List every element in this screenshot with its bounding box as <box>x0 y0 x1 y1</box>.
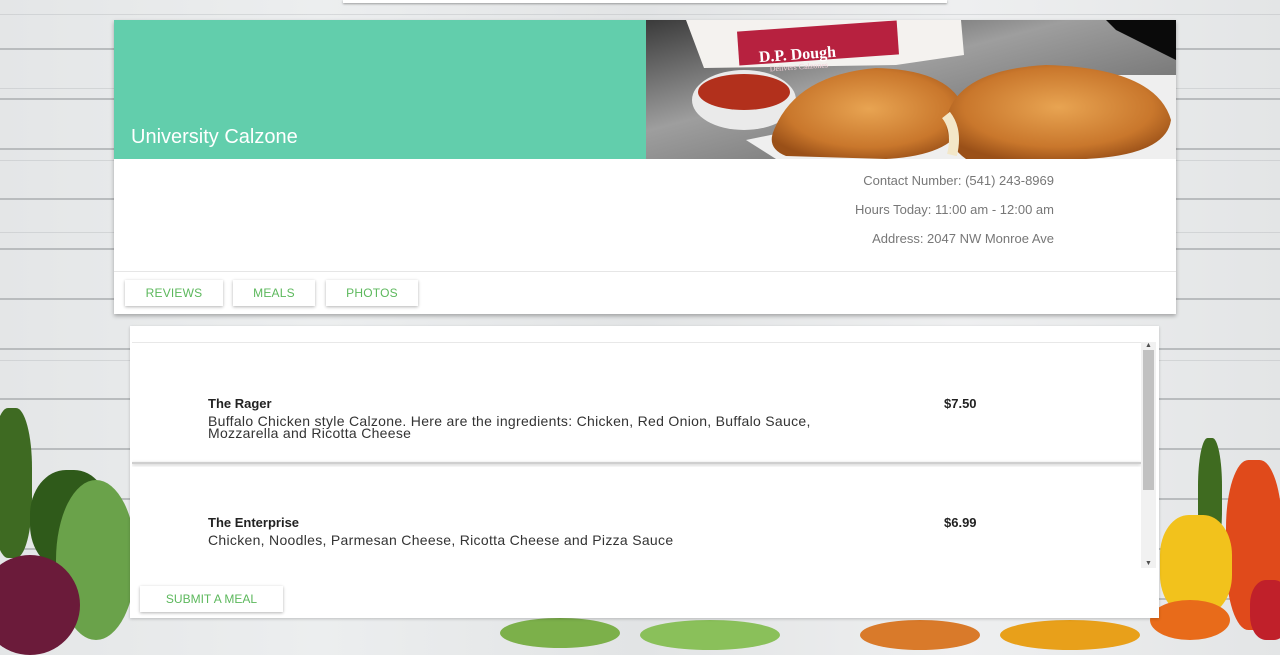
address: Address: 2047 NW Monroe Ave <box>872 231 1054 246</box>
restaurant-photo: D.P. Dough Delivers Calzones <box>646 20 1176 159</box>
restaurant-name: University Calzone <box>131 126 298 148</box>
tab-photos[interactable]: PHOTOS <box>326 280 418 306</box>
meals-panel: The Rager $7.50 Buffalo Chicken style Ca… <box>130 326 1159 618</box>
calzone-photo-image: D.P. Dough Delivers Calzones <box>646 20 1176 159</box>
meal-list[interactable]: The Rager $7.50 Buffalo Chicken style Ca… <box>132 342 1141 569</box>
contact-number: Contact Number: (541) 243-8969 <box>863 173 1054 188</box>
meal-name: The Rager <box>208 396 272 411</box>
restaurant-banner: University Calzone <box>114 20 646 159</box>
card-divider <box>132 462 1141 464</box>
triangle-down-icon[interactable]: ▼ <box>1141 560 1156 568</box>
meal-description-line: Chicken, Noodles, Parmesan Cheese, Ricot… <box>208 532 674 548</box>
meal-card: The Rager $7.50 Buffalo Chicken style Ca… <box>132 343 1141 462</box>
tab-reviews[interactable]: REVIEWS <box>125 280 223 306</box>
meal-list-scrollbar[interactable]: ▲ ▼ <box>1141 342 1156 568</box>
hours-today: Hours Today: 11:00 am - 12:00 am <box>855 202 1054 217</box>
meal-card: The Enterprise $6.99 Chicken, Noodles, P… <box>132 467 1141 569</box>
meal-name: The Enterprise <box>208 515 300 530</box>
meal-description: Chicken, Noodles, Parmesan Cheese, Ricot… <box>208 532 968 548</box>
restaurant-header-card: University Calzone D.P. Dough Delivers C… <box>114 20 1176 314</box>
wood-grain <box>0 14 1280 15</box>
meal-description: Buffalo Chicken style Calzone. Here are … <box>208 414 968 440</box>
meal-price: $6.99 <box>944 515 977 530</box>
meal-price: $7.50 <box>944 396 977 411</box>
triangle-up-icon[interactable]: ▲ <box>1141 342 1156 350</box>
header-divider <box>114 271 1176 272</box>
scrollbar-thumb[interactable] <box>1143 350 1154 490</box>
top-bar <box>343 0 947 3</box>
submit-meal-button[interactable]: SUBMIT A MEAL <box>140 586 283 612</box>
tab-meals[interactable]: MEALS <box>233 280 315 306</box>
